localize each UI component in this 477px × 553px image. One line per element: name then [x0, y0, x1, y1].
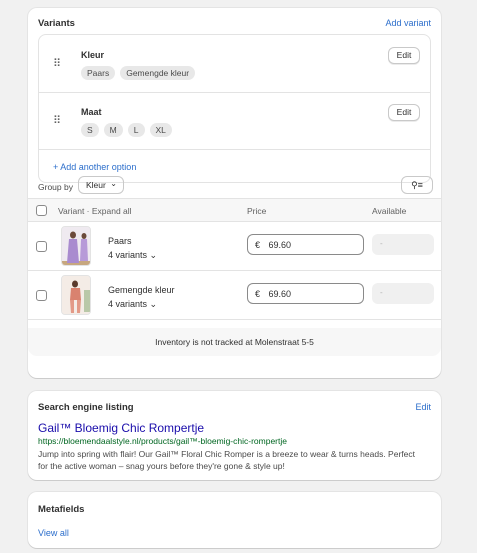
variant-column-header[interactable]: Variant · Expand all — [58, 206, 132, 216]
variant-count-toggle[interactable]: 4 variants ⌄ — [108, 299, 157, 310]
view-all-link[interactable]: View all — [38, 528, 69, 538]
filter-icon: ≡ — [417, 180, 423, 190]
row-checkbox[interactable] — [36, 290, 47, 301]
option-value-pill: M — [103, 123, 123, 137]
available-input: - — [372, 234, 434, 255]
option-values: S M L XL — [81, 123, 172, 137]
row-checkbox[interactable] — [36, 241, 47, 252]
divider — [39, 149, 430, 150]
drag-handle-icon[interactable]: ⠿ — [53, 57, 61, 70]
option-name: Kleur — [81, 50, 105, 60]
metafields-card: Metafields View all — [28, 492, 441, 548]
price-value: 69.60 — [268, 240, 292, 250]
edit-option-button[interactable]: Edit — [388, 104, 420, 121]
option-value-pill: L — [127, 123, 145, 137]
seo-url: https://bloemendaalstyle.nl/products/gai… — [38, 436, 287, 446]
option-row-maat: ⠿ Maat S M L XL Edit — [39, 92, 430, 149]
option-value-pill: S — [81, 123, 99, 137]
variant-count: 4 variants — [108, 299, 148, 309]
group-by-label: Group by — [38, 182, 73, 192]
group-by-select[interactable]: Kleur ⌄ — [78, 176, 124, 194]
price-input[interactable]: € 69.60 — [247, 283, 364, 304]
metafields-title: Metafields — [38, 504, 85, 515]
price-column-header: Price — [247, 206, 267, 216]
search-icon: ⚲ — [411, 180, 418, 190]
seo-card: Search engine listing Edit Gail™ Bloemig… — [28, 391, 441, 480]
select-all-checkbox[interactable] — [36, 205, 47, 216]
variant-name: Gemengde kleur — [108, 285, 175, 295]
seo-description: Jump into spring with flair! Our Gail™ F… — [38, 449, 415, 471]
table-header: Variant · Expand all Price Available — [28, 198, 441, 222]
chevron-down-icon: ⌄ — [149, 250, 158, 260]
available-input: - — [372, 283, 434, 304]
option-value-pill: Gemengde kleur — [120, 66, 196, 80]
table-row[interactable]: Gemengde kleur 4 variants ⌄ € 69.60 - — [28, 271, 441, 320]
option-row-kleur: ⠿ Kleur Paars Gemengde kleur Edit — [39, 35, 430, 92]
variants-title: Variants — [38, 18, 75, 29]
chevron-down-icon: ⌄ — [149, 299, 158, 309]
variant-count: 4 variants — [108, 250, 148, 260]
available-column-header: Available — [372, 206, 407, 216]
price-input[interactable]: € 69.60 — [247, 234, 364, 255]
option-values: Paars Gemengde kleur — [81, 66, 196, 80]
currency-symbol: € — [255, 289, 261, 299]
drag-handle-icon[interactable]: ⠿ — [53, 114, 61, 127]
group-by-value: Kleur — [86, 180, 106, 190]
table-row[interactable]: Paars 4 variants ⌄ € 69.60 - — [28, 222, 441, 271]
add-option-link[interactable]: + Add another option — [53, 162, 136, 172]
chevron-down-icon: ⌄ — [110, 179, 117, 188]
option-value-pill: XL — [149, 123, 172, 137]
inventory-note: Inventory is not tracked at Molenstraat … — [28, 328, 441, 356]
option-value-pill: Paars — [81, 66, 116, 80]
currency-symbol: € — [255, 240, 261, 250]
variant-name: Paars — [108, 236, 132, 246]
seo-title: Search engine listing — [38, 402, 134, 413]
product-thumbnail — [61, 226, 91, 266]
variant-count-toggle[interactable]: 4 variants ⌄ — [108, 250, 157, 261]
edit-option-button[interactable]: Edit — [388, 47, 420, 64]
product-thumbnail — [61, 275, 91, 315]
options-box: ⠿ Kleur Paars Gemengde kleur Edit ⠿ Maat… — [38, 34, 431, 183]
variants-card: Variants Add variant ⠿ Kleur Paars Gemen… — [28, 8, 441, 378]
seo-edit-link[interactable]: Edit — [415, 402, 431, 412]
option-name: Maat — [81, 107, 102, 117]
add-variant-link[interactable]: Add variant — [385, 18, 431, 28]
search-filter-button[interactable]: ⚲≡ — [401, 176, 433, 194]
price-value: 69.60 — [268, 289, 292, 299]
seo-page-title: Gail™ Bloemig Chic Rompertje — [38, 421, 205, 435]
